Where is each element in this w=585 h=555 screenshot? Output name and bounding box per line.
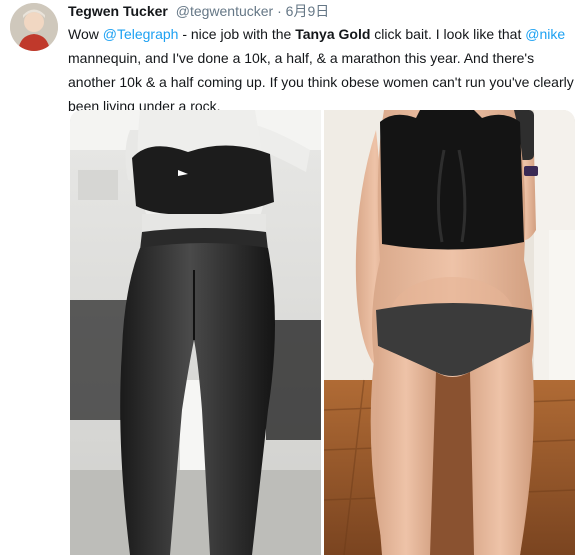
author-name[interactable]: Tegwen Tucker [68,3,168,19]
author-handle[interactable]: @tegwentucker [176,3,273,19]
media-photo-selfie[interactable] [324,110,575,555]
avatar[interactable] [10,3,58,51]
text-part: - nice job with the [178,26,296,42]
separator-dot: · [277,3,282,19]
tweet: Tegwen Tucker @tegwentucker · 6月9日 Wow @… [0,0,585,555]
text-part: Wow [68,26,103,42]
text-part: mannequin, and I've done a 10k, a half, … [68,50,574,114]
avatar-image [10,3,58,51]
text-part: click bait. I look like that [370,26,526,42]
tweet-text: Wow @Telegraph - nice job with the Tanya… [68,22,580,118]
tweet-media[interactable] [70,110,575,555]
mention-nike[interactable]: @nike [525,26,565,42]
mention-telegraph[interactable]: @Telegraph [103,26,179,42]
media-photo-mannequin[interactable] [70,110,321,555]
tanya-gold-link[interactable]: Tanya Gold [295,26,370,42]
tweet-date[interactable]: 6月9日 [286,3,330,19]
tweet-header: Tegwen Tucker @tegwentucker · 6月9日 [68,2,329,20]
